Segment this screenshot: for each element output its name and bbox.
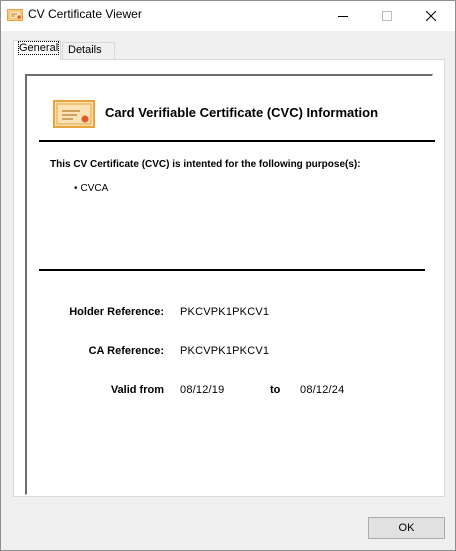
purpose-intro: This CV Certificate (CVC) is intented fo… (50, 159, 361, 170)
certificate-viewer-window: CV Certificate Viewer General Details Ca… (0, 0, 456, 551)
ca-reference-label: CA Reference: (88, 345, 164, 357)
valid-from-value: 08/12/19 (180, 384, 225, 396)
ok-button[interactable]: OK (368, 517, 445, 539)
bullet-icon: • (74, 183, 78, 194)
maximize-button[interactable] (365, 1, 409, 31)
general-tab-panel: Card Verifiable Certificate (CVC) Inform… (13, 59, 445, 497)
valid-from-label: Valid from (110, 384, 164, 396)
tab-details-label: Details (68, 44, 102, 56)
certificate-icon (53, 100, 95, 128)
minimize-icon (338, 16, 348, 17)
holder-reference-value: PKCVPK1PKCV1 (180, 306, 270, 318)
close-icon (426, 11, 436, 21)
tab-details[interactable]: Details (62, 42, 115, 59)
valid-to-value: 08/12/24 (300, 384, 345, 396)
holder-reference-label: Holder Reference: (69, 306, 164, 318)
ca-reference-value: PKCVPK1PKCV1 (180, 345, 270, 357)
window-title: CV Certificate Viewer (28, 7, 142, 21)
purpose-list-item: • CVCA (74, 183, 108, 194)
maximize-icon (382, 11, 392, 21)
certificate-heading: Card Verifiable Certificate (CVC) Inform… (105, 105, 379, 120)
certificate-info-frame: Card Verifiable Certificate (CVC) Inform… (25, 74, 435, 495)
minimize-button[interactable] (321, 1, 365, 31)
valid-to-label: to (270, 384, 281, 396)
divider-top (39, 140, 435, 142)
tab-general[interactable]: General (13, 40, 61, 60)
close-button[interactable] (409, 1, 453, 31)
purpose-label: CVCA (80, 183, 109, 194)
title-bar[interactable]: CV Certificate Viewer (1, 1, 455, 31)
certificate-icon (7, 9, 23, 21)
divider-bottom (39, 269, 425, 271)
tab-general-label: General (17, 41, 60, 55)
